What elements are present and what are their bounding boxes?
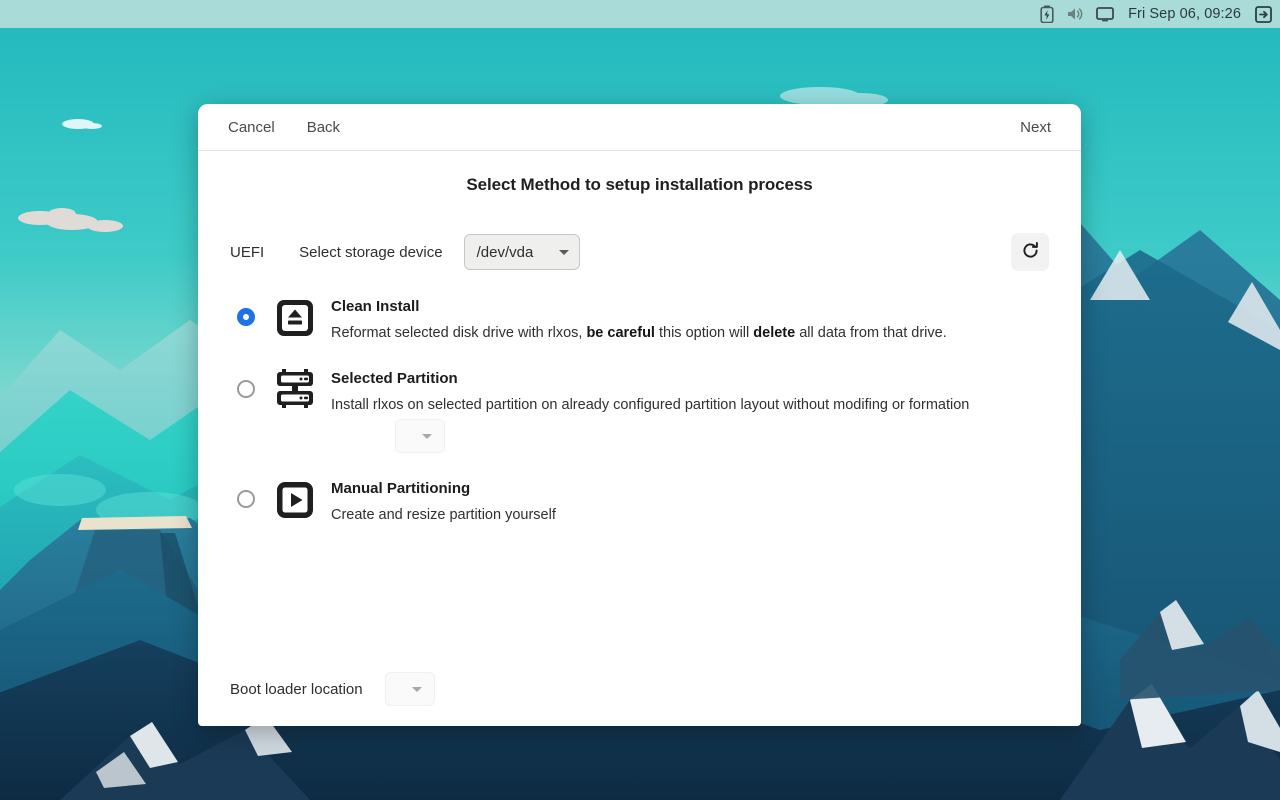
option-manual-partitioning-body: Manual Partitioning Create and resize pa… — [331, 477, 556, 525]
system-top-bar: Fri Sep 06, 09:26 — [0, 0, 1280, 28]
chevron-down-icon — [559, 250, 569, 255]
next-button[interactable]: Next — [1010, 114, 1061, 141]
eject-disk-icon — [273, 296, 317, 340]
option-clean-install-title: Clean Install — [331, 297, 947, 317]
bootloader-location-dropdown[interactable] — [385, 672, 435, 706]
option-clean-install[interactable]: Clean Install Reformat selected disk dri… — [230, 295, 1049, 343]
install-method-options: Clean Install Reformat selected disk dri… — [230, 295, 1049, 525]
back-button[interactable]: Back — [297, 114, 350, 141]
refresh-icon — [1021, 241, 1040, 263]
option-selected-partition[interactable]: Selected Partition Install rlxos on sele… — [230, 367, 1049, 453]
option-clean-install-body: Clean Install Reformat selected disk dri… — [331, 295, 947, 343]
storage-device-row: UEFI Select storage device /dev/vda — [230, 233, 1049, 271]
system-tray: Fri Sep 06, 09:26 — [1040, 5, 1272, 23]
option-selected-partition-body: Selected Partition Install rlxos on sele… — [331, 367, 969, 453]
cancel-button[interactable]: Cancel — [218, 114, 285, 141]
dialog-header-bar: Cancel Back Next — [198, 104, 1081, 151]
clock[interactable]: Fri Sep 06, 09:26 — [1126, 6, 1243, 22]
radio-manual-partitioning[interactable] — [237, 490, 255, 508]
option-selected-partition-title: Selected Partition — [331, 369, 969, 389]
display-icon[interactable] — [1096, 6, 1114, 22]
partition-select-wrapper — [395, 419, 969, 453]
firmware-mode-label: UEFI — [230, 244, 264, 261]
option-selected-partition-description: Install rlxos on selected partition on a… — [331, 395, 969, 415]
chevron-down-icon — [422, 434, 432, 439]
option-manual-partitioning-description: Create and resize partition yourself — [331, 505, 556, 525]
storage-device-dropdown[interactable]: /dev/vda — [464, 234, 580, 270]
refresh-devices-button[interactable] — [1011, 233, 1049, 271]
page-title: Select Method to setup installation proc… — [230, 175, 1049, 195]
option-clean-install-description: Reformat selected disk drive with rlxos,… — [331, 323, 947, 343]
chevron-down-icon — [412, 687, 422, 692]
volume-icon[interactable] — [1066, 6, 1084, 22]
installer-dialog: Cancel Back Next Select Method to setup … — [198, 104, 1081, 726]
select-storage-device-label: Select storage device — [299, 244, 442, 261]
server-rack-icon — [273, 368, 317, 412]
partition-dropdown[interactable] — [395, 419, 445, 453]
bootloader-location-label: Boot loader location — [230, 681, 363, 698]
storage-device-value: /dev/vda — [477, 244, 534, 261]
option-manual-partitioning[interactable]: Manual Partitioning Create and resize pa… — [230, 477, 1049, 525]
option-manual-partitioning-title: Manual Partitioning — [331, 479, 556, 499]
logout-icon[interactable] — [1255, 6, 1272, 23]
bootloader-row: Boot loader location — [230, 672, 435, 706]
dialog-content: Select Method to setup installation proc… — [198, 151, 1081, 726]
radio-selected-partition[interactable] — [237, 380, 255, 398]
radio-clean-install[interactable] — [237, 308, 255, 326]
battery-charging-icon[interactable] — [1040, 5, 1054, 23]
play-partition-icon — [273, 478, 317, 522]
header-left-buttons: Cancel Back — [218, 114, 350, 141]
